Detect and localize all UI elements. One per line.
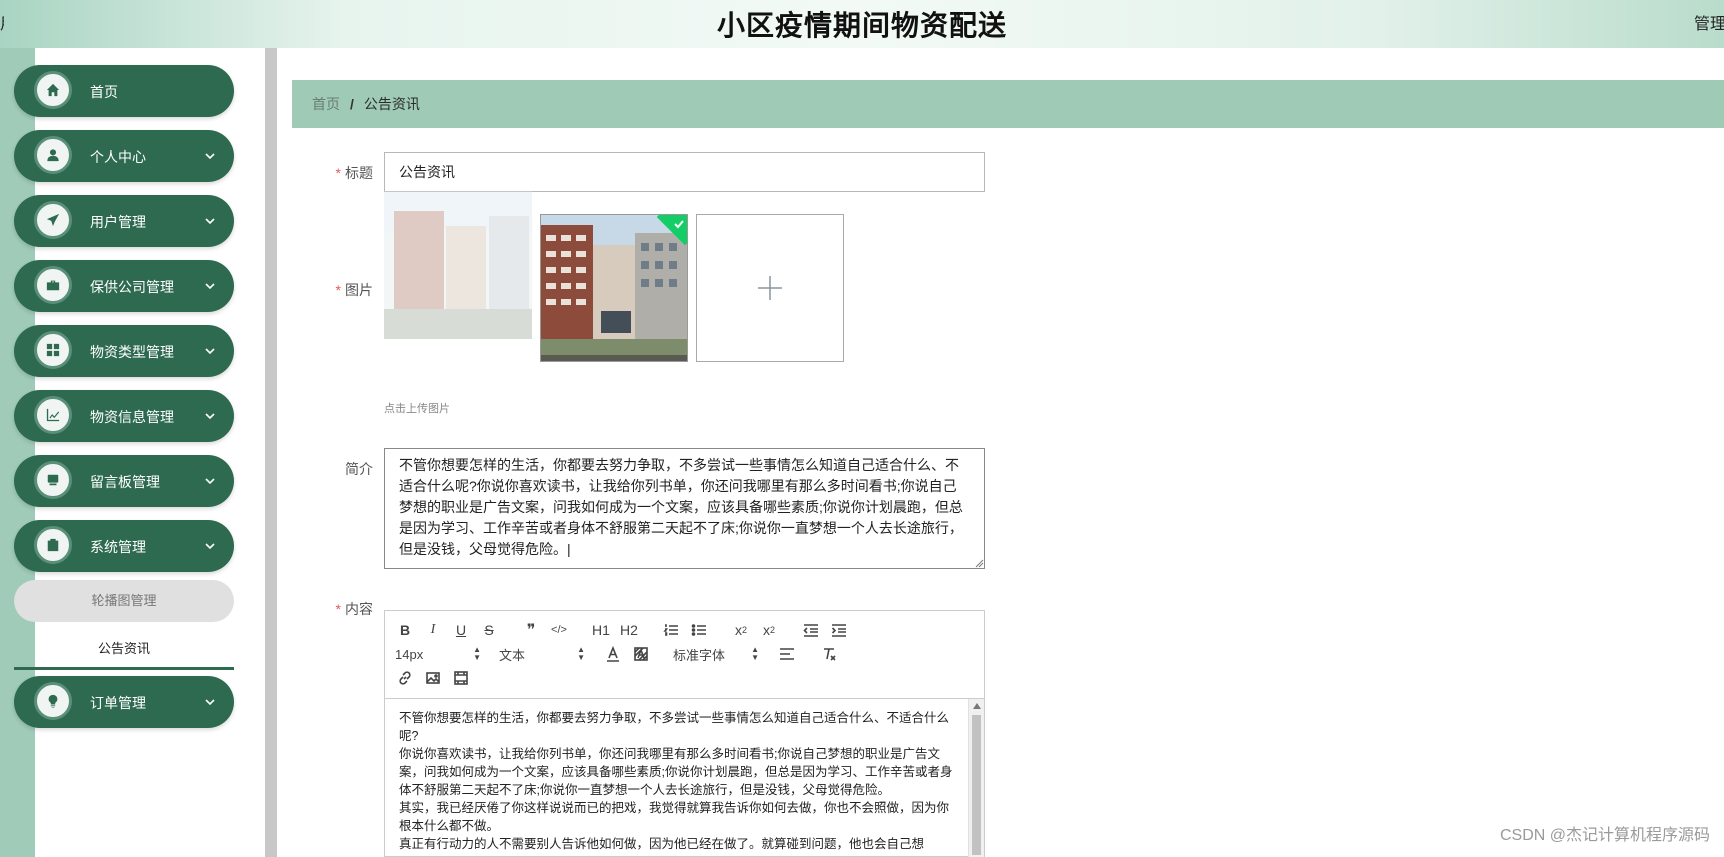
scrollbar-thumb[interactable]	[972, 715, 981, 855]
sidebar-item-label: 首页	[90, 84, 118, 100]
chevron-down-icon	[204, 279, 216, 291]
scroll-up-icon[interactable]	[973, 703, 981, 709]
chart-icon	[34, 396, 72, 434]
breadcrumb: 首页 / 公告资讯	[292, 80, 1724, 128]
heading1-button[interactable]: H1	[591, 619, 611, 641]
sidebar-item-material-info[interactable]: 物资信息管理	[14, 390, 234, 442]
rich-text-editor: B I U S ❞ </> H1 H2 x2 x2 14px ▲ ▼ 文本 ▲ …	[384, 610, 985, 857]
title-input[interactable]	[384, 152, 985, 192]
upload-hint: 点击上传图片	[384, 403, 450, 415]
chevron-down-icon	[204, 695, 216, 707]
user-icon	[34, 136, 72, 174]
chevron-down-icon	[204, 149, 216, 161]
clear-format-icon[interactable]	[819, 643, 839, 665]
code-block-button[interactable]: </>	[549, 619, 569, 641]
home-icon	[34, 71, 72, 109]
image-icon[interactable]	[423, 667, 443, 689]
clipboard-icon	[34, 526, 72, 564]
intro-textarea[interactable]: 不管你想要怎样的生活，你都要去努力争取，不多尝试一些事情怎么知道自己适合什么、不…	[384, 448, 985, 569]
outdent-icon[interactable]	[801, 619, 821, 641]
required-mark: *	[335, 282, 341, 298]
italic-button[interactable]: I	[423, 619, 443, 641]
paper-plane-icon	[34, 201, 72, 239]
bold-button[interactable]: B	[395, 619, 415, 641]
editor-paragraph: 你说你喜欢读书，让我给你列书单，你还问我哪里有那么多时间看书;你说自己梦想的职业…	[399, 747, 953, 797]
sidebar-item-user-management[interactable]: 用户管理	[14, 195, 234, 247]
resize-grip-icon[interactable]	[975, 559, 984, 568]
user-menu[interactable]: 管理员	[1694, 10, 1724, 34]
sidebar-item-label: 系统管理	[90, 539, 146, 555]
sidebar-item-label: 物资信息管理	[90, 409, 174, 425]
chevron-down-icon	[204, 344, 216, 356]
sidebar-divider	[265, 48, 277, 857]
editor-paragraph: 真正有行动力的人不需要别人告诉他如何做，因为他已经在做了。就算碰到问题，他也会自…	[399, 837, 925, 851]
chevron-down-icon	[204, 214, 216, 226]
strike-button[interactable]: S	[479, 619, 499, 641]
underline-button[interactable]: U	[451, 619, 471, 641]
sidebar-item-label: 用户管理	[90, 214, 146, 230]
main-content: 首页 / 公告资讯 *标题 *图片	[277, 48, 1724, 857]
sidebar-item-label: 订单管理	[90, 695, 146, 711]
sidebar-subitem-carousel[interactable]: 轮播图管理	[14, 580, 234, 622]
chevron-down-icon	[204, 539, 216, 551]
heading2-button[interactable]: H2	[619, 619, 639, 641]
superscript-button[interactable]: x2	[759, 619, 779, 641]
bullet-list-icon[interactable]	[689, 619, 709, 641]
block-type-select[interactable]: 文本 ▲ ▼	[499, 643, 585, 665]
sidebar-item-label: 留言板管理	[90, 474, 160, 490]
sidebar-item-label: 保供公司管理	[90, 279, 174, 295]
editor-paragraph: 不管你想要怎样的生活，你都要去努力争取，不多尝试一些事情怎么知道自己适合什么、不…	[399, 711, 950, 743]
briefcase-icon	[34, 266, 72, 304]
chevron-down-icon	[204, 474, 216, 486]
indent-icon[interactable]	[829, 619, 849, 641]
plus-icon	[758, 276, 782, 300]
align-icon[interactable]	[777, 643, 797, 665]
sidebar-item-message-board[interactable]: 留言板管理	[14, 455, 234, 507]
breadcrumb-home[interactable]: 首页	[312, 94, 340, 114]
sidebar-item-home[interactable]: 首页	[14, 65, 234, 117]
image-upload-button[interactable]	[696, 214, 844, 362]
sidebar-item-supplier-management[interactable]: 保供公司管理	[14, 260, 234, 312]
image-label: * 图片	[335, 282, 373, 298]
font-family-select[interactable]: 标准字体 ▲ ▼	[673, 643, 759, 665]
title-label: * 标题	[335, 165, 373, 181]
content-label: * 内容	[335, 601, 373, 617]
blockquote-button[interactable]: ❞	[521, 619, 541, 641]
bulb-icon	[34, 682, 72, 720]
intro-label: 简介	[345, 461, 373, 477]
monitor-icon	[34, 461, 72, 499]
ordered-list-icon[interactable]	[661, 619, 681, 641]
sidebar-item-material-type[interactable]: 物资类型管理	[14, 325, 234, 377]
breadcrumb-current: 公告资讯	[363, 96, 420, 112]
sidebar-item-label: 物资类型管理	[90, 344, 174, 360]
breadcrumb-separator: /	[350, 96, 354, 112]
chevron-down-icon	[204, 409, 216, 421]
background-color-icon[interactable]	[631, 643, 651, 665]
editor-scrollbar[interactable]	[968, 699, 984, 857]
app-title: 小区疫情期间物资配送	[716, 10, 1007, 41]
sidebar: 首页 个人中心 用户管理 保供公司管理 物资类型管理 物资信息管理 留言板管理 …	[0, 48, 265, 857]
font-color-icon[interactable]	[603, 643, 623, 665]
grid-icon	[34, 331, 72, 369]
subscript-button[interactable]: x2	[731, 619, 751, 641]
sidebar-item-personal-center[interactable]: 个人中心	[14, 130, 234, 182]
check-icon	[673, 217, 685, 229]
editor-content[interactable]: 不管你想要怎样的生活，你都要去努力争取，不多尝试一些事情怎么知道自己适合什么、不…	[385, 699, 967, 857]
video-icon[interactable]	[451, 667, 471, 689]
editor-paragraph: 其实，我已经厌倦了你这样说说而已的把戏，我觉得就算我告诉你如何去做，你也不会照做…	[399, 801, 950, 833]
app-header: 用 小区疫情期间物资配送 管理员	[0, 0, 1724, 48]
sidebar-item-system-management[interactable]: 系统管理	[14, 520, 234, 572]
required-mark: *	[335, 165, 341, 181]
required-mark: *	[335, 601, 341, 617]
sidebar-item-label: 个人中心	[90, 149, 146, 165]
link-icon[interactable]	[395, 667, 415, 689]
uploaded-image-preview[interactable]	[540, 214, 688, 362]
editor-toolbar: B I U S ❞ </> H1 H2 x2 x2 14px ▲ ▼ 文本 ▲ …	[385, 611, 984, 699]
sidebar-subitem-announcements[interactable]: 公告资讯	[14, 628, 234, 670]
watermark: CSDN @杰记计算机程序源码	[1499, 827, 1710, 844]
font-size-select[interactable]: 14px ▲ ▼	[395, 643, 481, 665]
uploaded-image-preview-faded	[384, 191, 532, 339]
sidebar-item-order-management[interactable]: 订单管理	[14, 676, 234, 728]
